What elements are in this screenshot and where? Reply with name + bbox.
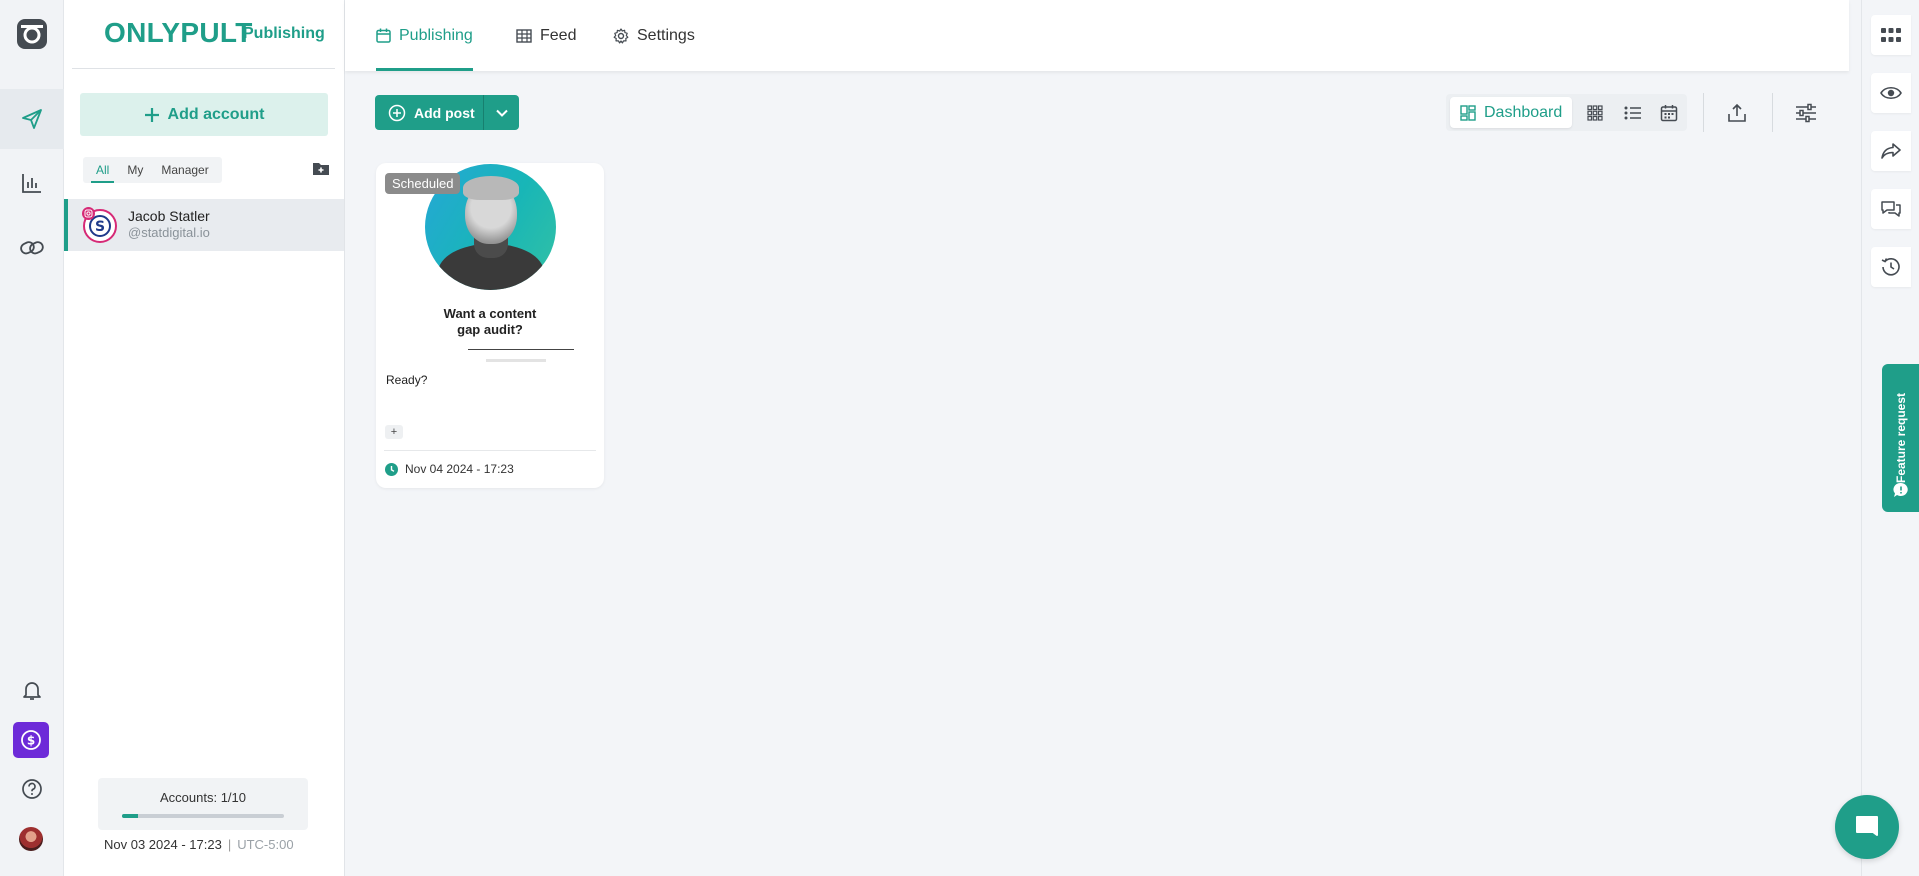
quota-label: Accounts: 1/10 (160, 790, 246, 805)
grid-icon (1587, 104, 1603, 121)
billing-icon[interactable]: $ (13, 722, 49, 758)
instagram-app-icon[interactable] (0, 4, 64, 64)
quota-progress (122, 814, 284, 818)
current-date-time: Nov 03 2024 - 17:23 (104, 837, 222, 852)
svg-text:$: $ (27, 734, 35, 748)
view-calendar[interactable] (1654, 97, 1684, 128)
caption-line-2: gap audit? (457, 322, 523, 337)
dashboard-icon (1460, 104, 1476, 121)
analytics-nav-icon[interactable] (0, 153, 64, 213)
list-icon (1624, 106, 1641, 119)
caption-faint-text (486, 359, 546, 362)
caption-underline (468, 349, 574, 350)
chat-icon (1856, 816, 1878, 836)
eye-icon[interactable] (1871, 73, 1911, 113)
post-card[interactable]: Scheduled Want a content gap audit? Read… (376, 163, 604, 488)
account-name: Jacob Statler (128, 208, 210, 224)
tab-publishing-label: Publishing (399, 26, 473, 44)
view-list[interactable] (1618, 97, 1648, 128)
comments-icon[interactable] (1871, 189, 1911, 229)
post-text: Ready? (386, 373, 428, 387)
calendar-icon (376, 28, 391, 43)
export-icon[interactable] (1723, 99, 1751, 127)
left-icon-rail: $ (0, 0, 64, 876)
toolbar-divider-2 (1772, 93, 1773, 132)
add-post-button[interactable]: Add post (375, 95, 483, 130)
account-handle: @statdigital.io (128, 225, 210, 240)
share-icon[interactable] (1871, 131, 1911, 171)
add-account-label: Add account (167, 105, 265, 123)
svg-text:S: S (95, 219, 105, 235)
new-folder-icon[interactable] (312, 161, 330, 176)
tab-feed[interactable]: Feed (516, 0, 576, 71)
post-scheduled-at: Nov 04 2024 - 17:23 (405, 462, 514, 476)
card-divider (384, 450, 596, 451)
add-first-comment-button[interactable]: + (385, 425, 403, 439)
history-icon[interactable] (1871, 247, 1911, 287)
view-dashboard-label: Dashboard (1484, 103, 1563, 121)
brand-logo[interactable]: ONLYPULT (104, 17, 253, 49)
calendar-grid-icon (1660, 104, 1678, 121)
clock-icon (385, 462, 398, 476)
feature-request-label: Feature request (1893, 392, 1908, 484)
tab-publishing[interactable]: Publishing (376, 0, 473, 71)
caption-line-1: Want a content (443, 306, 537, 321)
filter-my[interactable]: My (118, 157, 152, 183)
current-time: Nov 03 2024 - 17:23 | UTC-5:00 (104, 837, 294, 852)
view-dashboard[interactable]: Dashboard (1450, 97, 1573, 128)
brand-subtitle: Publishing (243, 25, 325, 42)
user-avatar[interactable] (19, 827, 43, 851)
brand-header: ONLYPULT Publishing (72, 0, 335, 69)
top-header: Publishing Feed Settings (345, 0, 1849, 71)
quota-progress-fill (122, 814, 139, 818)
tab-settings[interactable]: Settings (613, 0, 695, 71)
chevron-down-icon (495, 109, 508, 117)
plus-circle-icon (388, 104, 406, 121)
bell-icon[interactable] (0, 660, 64, 720)
add-post-label: Add post (414, 104, 475, 121)
tab-feed-label: Feed (540, 26, 577, 44)
apps-grid-icon[interactable] (1871, 15, 1911, 55)
gear-icon (613, 27, 629, 43)
publishing-nav-icon[interactable] (0, 89, 64, 149)
tab-settings-label: Settings (637, 26, 695, 44)
account-sidebar: ONLYPULT Publishing Add account All My M… (64, 0, 345, 876)
post-status-badge: Scheduled (385, 173, 461, 194)
account-item[interactable]: S Jacob Statler @statdigital.io (64, 199, 344, 251)
post-schedule: Nov 04 2024 - 17:23 (385, 462, 514, 476)
chat-bubble-icon (1893, 482, 1908, 497)
table-icon (516, 28, 532, 43)
add-post-dropdown-button[interactable] (483, 95, 519, 130)
view-grid[interactable] (1580, 97, 1610, 128)
toolbar-divider (1703, 93, 1704, 132)
time-separator: | (227, 837, 232, 852)
post-image-caption: Want a content gap audit? (376, 306, 604, 338)
accounts-quota: Accounts: 1/10 (98, 778, 308, 830)
plus-icon (144, 107, 159, 122)
view-switcher: Dashboard (1446, 94, 1687, 131)
add-account-button[interactable]: Add account (80, 93, 328, 136)
filter-sliders-icon[interactable] (1792, 99, 1820, 127)
filter-manager[interactable]: Manager (152, 157, 217, 183)
feature-request-button[interactable]: Feature request (1882, 364, 1919, 512)
link-nav-icon[interactable] (0, 218, 64, 278)
filter-all[interactable]: All (87, 157, 118, 183)
live-chat-button[interactable] (1835, 795, 1899, 859)
timezone[interactable]: UTC-5:00 (237, 837, 293, 852)
account-filter-tabs: All My Manager (83, 157, 222, 183)
instagram-badge-icon (82, 207, 95, 220)
help-icon[interactable] (0, 759, 64, 819)
